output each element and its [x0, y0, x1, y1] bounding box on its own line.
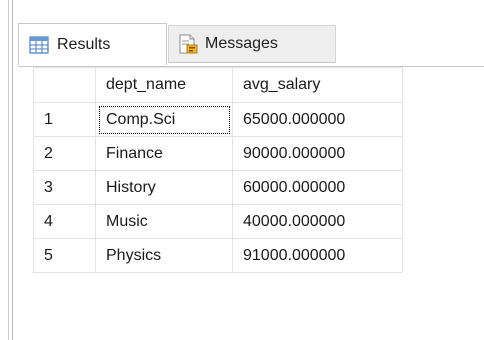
- row-number[interactable]: 1: [33, 102, 96, 137]
- cell-avg-salary[interactable]: 90000.000000: [232, 136, 403, 171]
- cell-avg-salary[interactable]: 65000.000000: [232, 102, 403, 137]
- cell-dept-name[interactable]: Comp.Sci: [95, 102, 233, 137]
- row-number[interactable]: 3: [33, 170, 96, 205]
- table-row[interactable]: 4 Music 40000.000000: [33, 204, 403, 239]
- column-header-dept-name[interactable]: dept_name: [95, 67, 233, 103]
- results-pane: Results Messages dept_name avg_salary 1 …: [0, 0, 484, 340]
- table-row[interactable]: 1 Comp.Sci 65000.000000: [33, 102, 403, 137]
- column-header-avg-salary[interactable]: avg_salary: [232, 67, 403, 103]
- grid-header-row: dept_name avg_salary: [33, 67, 403, 103]
- row-number-header[interactable]: [33, 67, 96, 103]
- row-number[interactable]: 4: [33, 204, 96, 239]
- cell-avg-salary[interactable]: 40000.000000: [232, 204, 403, 239]
- table-row[interactable]: 3 History 60000.000000: [33, 170, 403, 205]
- cell-dept-name[interactable]: History: [95, 170, 233, 205]
- result-tabstrip: Results Messages: [18, 20, 484, 66]
- row-number[interactable]: 5: [33, 238, 96, 273]
- tab-messages-label: Messages: [205, 35, 278, 52]
- table-row[interactable]: 5 Physics 91000.000000: [33, 238, 403, 273]
- results-grid: dept_name avg_salary 1 Comp.Sci 65000.00…: [33, 67, 403, 273]
- row-number[interactable]: 2: [33, 136, 96, 171]
- grid-icon: [29, 35, 49, 55]
- cell-avg-salary[interactable]: 91000.000000: [232, 238, 403, 273]
- cell-dept-name[interactable]: Music: [95, 204, 233, 239]
- tab-results[interactable]: Results: [18, 23, 167, 65]
- pane-splitter[interactable]: [8, 0, 13, 340]
- messages-icon: [177, 33, 199, 55]
- cell-dept-name[interactable]: Finance: [95, 136, 233, 171]
- results-grid-container: dept_name avg_salary 1 Comp.Sci 65000.00…: [18, 66, 484, 340]
- cell-dept-name[interactable]: Physics: [95, 238, 233, 273]
- tab-results-label: Results: [57, 35, 111, 53]
- cell-avg-salary[interactable]: 60000.000000: [232, 170, 403, 205]
- table-row[interactable]: 2 Finance 90000.000000: [33, 136, 403, 171]
- tab-messages[interactable]: Messages: [168, 25, 336, 63]
